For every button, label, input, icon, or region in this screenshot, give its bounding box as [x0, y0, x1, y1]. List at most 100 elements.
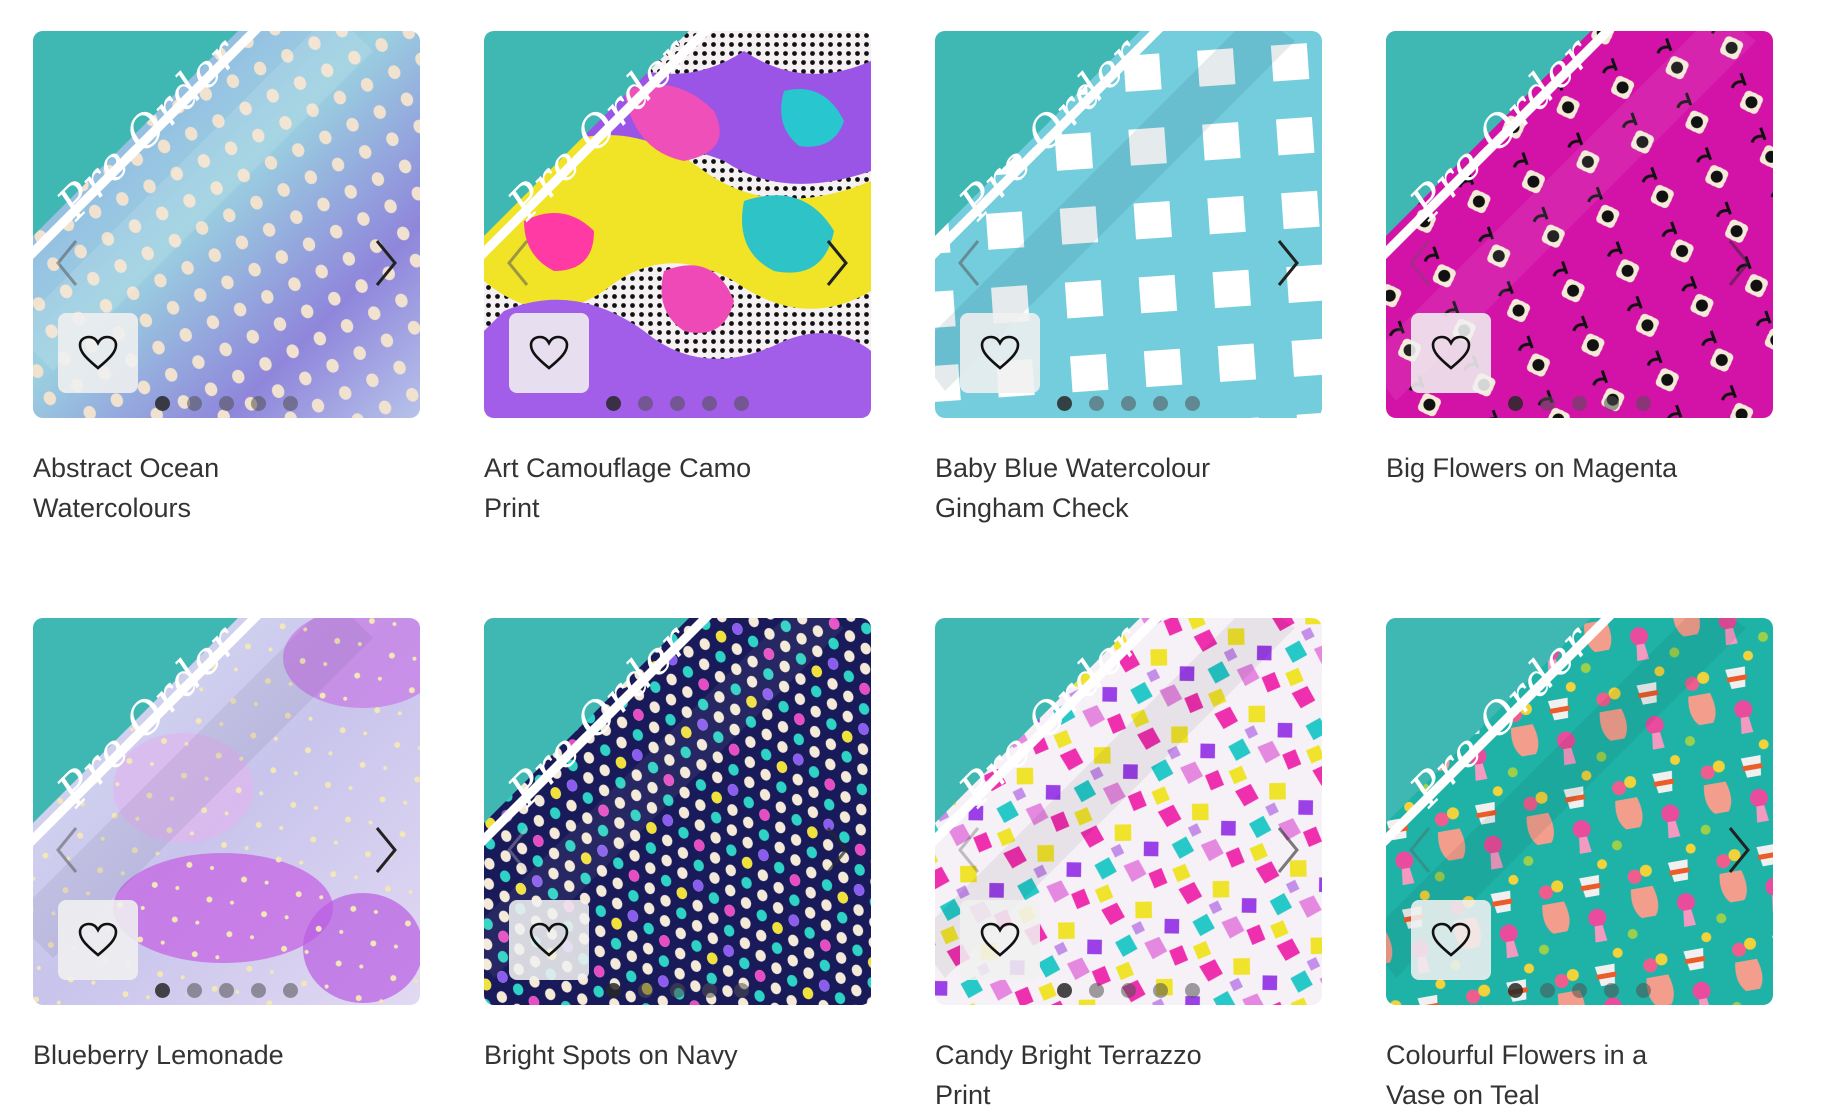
- product-title[interactable]: Bright Spots on Navy: [484, 1035, 784, 1075]
- carousel-dot[interactable]: [1153, 983, 1168, 998]
- carousel-dot[interactable]: [1508, 983, 1523, 998]
- carousel-pagination: [1508, 983, 1651, 998]
- carousel-dot[interactable]: [1604, 396, 1619, 411]
- product-title[interactable]: Colourful Flowers in a Vase on Teal: [1386, 1035, 1686, 1115]
- next-image-button[interactable]: [366, 820, 406, 880]
- product-title[interactable]: Blueberry Lemonade: [33, 1035, 333, 1075]
- add-to-wishlist-button[interactable]: [58, 313, 138, 393]
- previous-image-button[interactable]: [47, 820, 87, 880]
- carousel-dot[interactable]: [1604, 983, 1619, 998]
- carousel-dot[interactable]: [283, 983, 298, 998]
- previous-image-button[interactable]: [949, 233, 989, 293]
- carousel-dot[interactable]: [1540, 983, 1555, 998]
- carousel-dot[interactable]: [734, 396, 749, 411]
- previous-image-button[interactable]: [1400, 233, 1440, 293]
- carousel-dot[interactable]: [1508, 396, 1523, 411]
- product-card: Pre-Order Art Camouflage Camo Print: [484, 31, 871, 528]
- product-card: Pre-Order Big Flowers on Magenta: [1386, 31, 1773, 488]
- next-image-button[interactable]: [1719, 233, 1759, 293]
- carousel-dot[interactable]: [1057, 396, 1072, 411]
- carousel-dot[interactable]: [734, 983, 749, 998]
- chevron-left-icon: [56, 240, 78, 286]
- previous-image-button[interactable]: [949, 820, 989, 880]
- product-card: Pre-Order Abstract Ocean Watercolours: [33, 31, 420, 528]
- next-image-button[interactable]: [1268, 233, 1308, 293]
- add-to-wishlist-button[interactable]: [58, 900, 138, 980]
- carousel-dot[interactable]: [638, 983, 653, 998]
- product-image-carousel[interactable]: Pre-Order: [33, 618, 420, 1005]
- product-title[interactable]: Candy Bright Terrazzo Print: [935, 1035, 1235, 1115]
- carousel-dot[interactable]: [187, 983, 202, 998]
- add-to-wishlist-button[interactable]: [1411, 900, 1491, 980]
- chevron-right-icon: [826, 240, 848, 286]
- product-title[interactable]: Art Camouflage Camo Print: [484, 448, 784, 528]
- carousel-dot[interactable]: [1572, 983, 1587, 998]
- add-to-wishlist-button[interactable]: [960, 313, 1040, 393]
- product-image-carousel[interactable]: Pre-Order: [484, 618, 871, 1005]
- product-title[interactable]: Abstract Ocean Watercolours: [33, 448, 333, 528]
- carousel-dot[interactable]: [702, 396, 717, 411]
- carousel-dot[interactable]: [702, 983, 717, 998]
- chevron-left-icon: [1409, 240, 1431, 286]
- carousel-dot[interactable]: [606, 983, 621, 998]
- carousel-dot[interactable]: [251, 983, 266, 998]
- product-image-carousel[interactable]: Pre-Order: [33, 31, 420, 418]
- carousel-dot[interactable]: [155, 396, 170, 411]
- add-to-wishlist-button[interactable]: [960, 900, 1040, 980]
- chevron-left-icon: [507, 240, 529, 286]
- chevron-left-icon: [958, 827, 980, 873]
- product-image-carousel[interactable]: Pre-Order: [484, 31, 871, 418]
- carousel-dot[interactable]: [1185, 396, 1200, 411]
- next-image-button[interactable]: [1268, 820, 1308, 880]
- carousel-pagination: [1057, 396, 1200, 411]
- carousel-dot[interactable]: [1636, 396, 1651, 411]
- next-image-button[interactable]: [817, 820, 857, 880]
- carousel-dot[interactable]: [1572, 396, 1587, 411]
- add-to-wishlist-button[interactable]: [509, 313, 589, 393]
- carousel-dot[interactable]: [1636, 983, 1651, 998]
- carousel-dot[interactable]: [219, 983, 234, 998]
- previous-image-button[interactable]: [498, 820, 538, 880]
- chevron-left-icon: [1409, 827, 1431, 873]
- next-image-button[interactable]: [366, 233, 406, 293]
- chevron-left-icon: [507, 827, 529, 873]
- carousel-dot[interactable]: [1089, 983, 1104, 998]
- product-image-carousel[interactable]: Pre-Order: [935, 31, 1322, 418]
- previous-image-button[interactable]: [47, 233, 87, 293]
- carousel-dot[interactable]: [1057, 983, 1072, 998]
- previous-image-button[interactable]: [498, 233, 538, 293]
- chevron-right-icon: [1728, 240, 1750, 286]
- carousel-dot[interactable]: [1185, 983, 1200, 998]
- carousel-dot[interactable]: [1121, 983, 1136, 998]
- carousel-dot[interactable]: [670, 396, 685, 411]
- carousel-dot[interactable]: [1089, 396, 1104, 411]
- carousel-dot[interactable]: [1153, 396, 1168, 411]
- heart-icon: [78, 335, 118, 370]
- product-title[interactable]: Big Flowers on Magenta: [1386, 448, 1686, 488]
- previous-image-button[interactable]: [1400, 820, 1440, 880]
- carousel-dot[interactable]: [187, 396, 202, 411]
- carousel-pagination: [155, 396, 298, 411]
- add-to-wishlist-button[interactable]: [509, 900, 589, 980]
- next-image-button[interactable]: [817, 233, 857, 293]
- carousel-dot[interactable]: [606, 396, 621, 411]
- carousel-dot[interactable]: [638, 396, 653, 411]
- carousel-dot[interactable]: [155, 983, 170, 998]
- product-grid: Pre-Order Abstract Ocean Watercolours Pr…: [0, 0, 1821, 1110]
- heart-icon: [1431, 922, 1471, 957]
- carousel-dot[interactable]: [283, 396, 298, 411]
- heart-icon: [980, 922, 1020, 957]
- carousel-dot[interactable]: [1121, 396, 1136, 411]
- heart-icon: [529, 335, 569, 370]
- product-image-carousel[interactable]: Pre-Order: [935, 618, 1322, 1005]
- product-image-carousel[interactable]: Pre-Order: [1386, 31, 1773, 418]
- carousel-dot[interactable]: [1540, 396, 1555, 411]
- carousel-dot[interactable]: [219, 396, 234, 411]
- carousel-dot[interactable]: [251, 396, 266, 411]
- product-title[interactable]: Baby Blue Watercolour Gingham Check: [935, 448, 1235, 528]
- product-image-carousel[interactable]: Pre-Order: [1386, 618, 1773, 1005]
- carousel-dot[interactable]: [670, 983, 685, 998]
- carousel-pagination: [155, 983, 298, 998]
- add-to-wishlist-button[interactable]: [1411, 313, 1491, 393]
- next-image-button[interactable]: [1719, 820, 1759, 880]
